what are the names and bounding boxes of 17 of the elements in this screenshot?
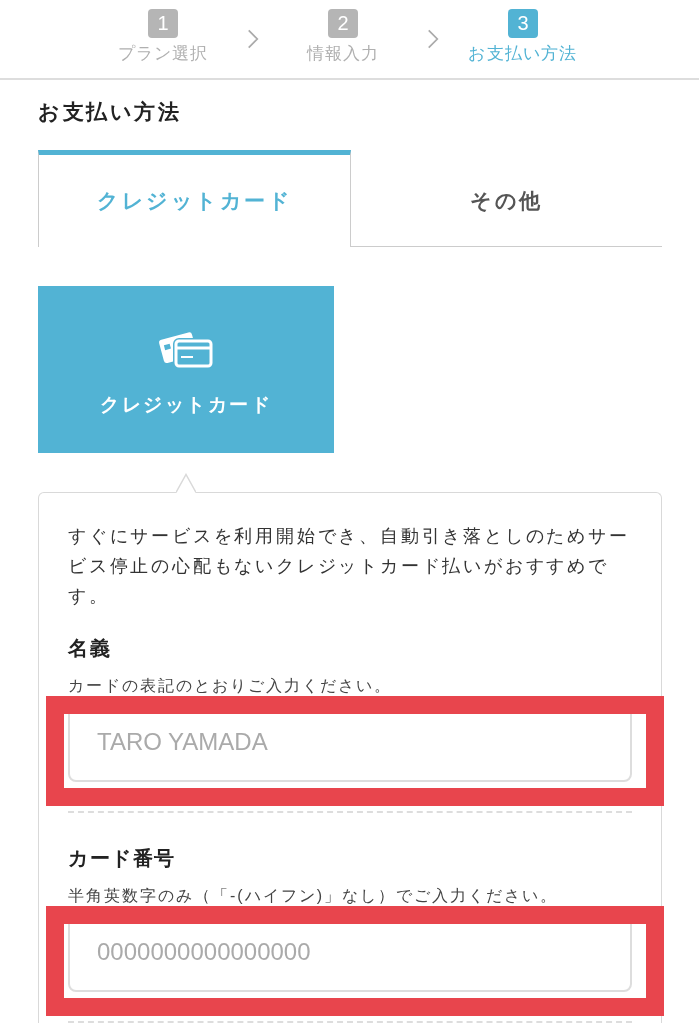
step-label: プラン選択: [117, 44, 209, 64]
credit-cards-icon: [157, 330, 215, 370]
step-number: 3: [508, 9, 538, 38]
chevron-right-icon: [247, 28, 259, 50]
chevron-right-icon: [427, 28, 439, 50]
step-label: お支払い方法: [468, 44, 578, 64]
section-title: お支払い方法: [38, 99, 182, 125]
payment-option-button[interactable]: クレジットカード: [38, 286, 334, 453]
field-hint: 半角英数字のみ（「-(ハイフン)」なし）でご入力ください。: [68, 886, 559, 906]
payment-tab[interactable]: クレジットカード: [38, 150, 351, 247]
description-text: すぐにサービスを利用開始でき、自動引き落としのためサービス停止の心配もないクレジットカード払いがおすすめです。: [68, 525, 631, 608]
field-label: カード番号: [68, 846, 177, 871]
field-label: 名義: [68, 636, 112, 661]
step-label: 情報入力: [306, 44, 380, 64]
step-number: 2: [328, 9, 358, 38]
field-hint: カードの表記のとおりご入力ください。: [68, 676, 393, 696]
step-number: 1: [148, 9, 178, 38]
